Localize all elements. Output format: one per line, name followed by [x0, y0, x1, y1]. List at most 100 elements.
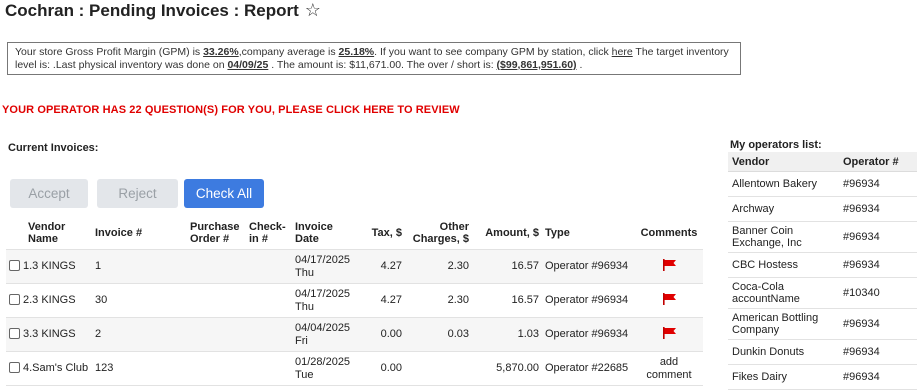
vendor-name: 3.3 KINGS	[23, 328, 76, 340]
red-flag-icon[interactable]	[661, 292, 677, 309]
operator-row: Fikes Dairy #96934	[728, 364, 917, 390]
check-in	[246, 317, 292, 352]
operator-row: CBC Hostess #96934	[728, 252, 917, 278]
purchase-order	[187, 249, 246, 284]
invoices-header-row: Vendor Name Invoice # Purchase Order # C…	[6, 217, 703, 250]
invoice-date: 01/28/2025	[295, 355, 351, 368]
invoice-type: Operator #96934	[542, 317, 635, 352]
gpm-by-station-link[interactable]: here	[612, 46, 633, 58]
invoice-checkbox[interactable]	[9, 294, 20, 305]
invoice-number: 30	[92, 283, 187, 318]
page-title: Cochran : Pending Invoices : Report ☆	[5, 0, 321, 21]
invoice-row: 1.3 KINGS 1 04/17/2025 Thu 4.27 2.30 16.5…	[6, 249, 703, 284]
invoice-number: 1	[92, 249, 187, 284]
amount-value: 16.57	[472, 249, 542, 284]
col-comments[interactable]: Comments	[635, 217, 703, 250]
company-average-gpm: 25.18%	[338, 46, 375, 58]
invoice-type: Operator #96934	[542, 249, 635, 284]
check-in	[246, 283, 292, 318]
vendor-cell: 1.3 KINGS	[6, 249, 92, 284]
purchase-order	[187, 351, 246, 386]
operator-vendor: Banner Coin Exchange, Inc	[728, 221, 839, 253]
comments-cell	[635, 317, 703, 352]
operator-number: #96934	[839, 171, 917, 197]
operator-vendor: Fikes Dairy	[728, 364, 839, 390]
accept-button[interactable]: Accept	[10, 179, 88, 208]
invoice-row: 3.3 KINGS 2 04/04/2025 Fri 0.00 0.03 1.03…	[6, 317, 703, 352]
col-invoice-date[interactable]: Invoice Date	[292, 217, 348, 250]
vendor-name: 2.3 KINGS	[23, 294, 76, 306]
inventory-date-link[interactable]: 04/09/25	[227, 59, 268, 71]
invoice-row: 4.Sam's Club 123 01/28/2025 Tue 0.00 5,87…	[6, 351, 703, 386]
col-operator-vendor: Vendor	[728, 152, 839, 172]
operator-vendor: Allentown Bakery	[728, 171, 839, 197]
reject-button[interactable]: Reject	[97, 179, 178, 208]
col-type[interactable]: Type	[542, 217, 635, 250]
tax-value: 0.00	[348, 317, 405, 352]
vendor-name: 4.Sam's Club	[23, 362, 89, 374]
vendor-cell: 3.3 KINGS	[6, 317, 92, 352]
red-flag-icon[interactable]	[661, 258, 677, 275]
operator-row: Dunkin Donuts #96934	[728, 339, 917, 365]
add-comment-link[interactable]: add comment	[646, 356, 691, 381]
operator-number: #10340	[839, 277, 917, 309]
comments-cell	[635, 283, 703, 318]
invoice-type: Operator #96934	[542, 283, 635, 318]
red-flag-icon[interactable]	[661, 326, 677, 343]
operator-number: #96934	[839, 308, 917, 340]
operator-number: #96934	[839, 196, 917, 222]
col-tax[interactable]: Tax, $	[348, 217, 405, 250]
col-amount[interactable]: Amount, $	[472, 217, 542, 250]
star-outline-icon[interactable]: ☆	[305, 0, 321, 21]
invoice-date: 04/17/2025	[295, 287, 351, 300]
invoice-date: 04/04/2025	[295, 321, 351, 334]
invoices-table: Vendor Name Invoice # Purchase Order # C…	[6, 217, 703, 386]
invoice-day: Thu	[295, 266, 314, 279]
invoice-checkbox[interactable]	[9, 328, 20, 339]
invoice-number: 123	[92, 351, 187, 386]
other-charges-value: 2.30	[405, 249, 472, 284]
gpm-text-2: ,company average is	[238, 46, 339, 58]
gpm-text-3: . If you want to see company GPM by stat…	[374, 46, 612, 58]
invoice-date-cell: 01/28/2025 Tue	[292, 351, 351, 386]
col-other-charges[interactable]: Other Charges, $	[405, 217, 472, 250]
invoice-date-cell: 04/17/2025 Thu	[292, 283, 351, 318]
operator-row: American Bottling Company #96934	[728, 308, 917, 340]
operator-row: Banner Coin Exchange, Inc #96934	[728, 221, 917, 253]
operators-list-title: My operators list:	[730, 139, 822, 151]
amount-value: 5,870.00	[472, 351, 542, 386]
invoice-date: 04/17/2025	[295, 253, 351, 266]
check-all-button[interactable]: Check All	[184, 179, 264, 208]
col-invoice-number[interactable]: Invoice #	[92, 217, 187, 250]
gpm-text-1: Your store Gross Profit Margin (GPM) is	[15, 46, 204, 58]
comments-cell: add comment	[635, 351, 703, 386]
invoice-checkbox[interactable]	[9, 362, 20, 373]
col-purchase-order[interactable]: Purchase Order #	[187, 217, 246, 250]
operator-number: #96934	[839, 364, 917, 390]
other-charges-value: 2.30	[405, 283, 472, 318]
current-invoices-label: Current Invoices:	[8, 142, 99, 154]
vendor-name: 1.3 KINGS	[23, 260, 76, 272]
gpm-text-6: .	[576, 59, 583, 71]
operator-number: #96934	[839, 339, 917, 365]
purchase-order	[187, 317, 246, 352]
operators-table: Vendor Operator # Allentown Bakery #9693…	[728, 152, 917, 390]
col-vendor-name[interactable]: Vendor Name	[6, 217, 92, 250]
operator-questions-alert[interactable]: YOUR OPERATOR HAS 22 QUESTION(S) FOR YOU…	[2, 104, 460, 116]
purchase-order	[187, 283, 246, 318]
operators-header-row: Vendor Operator #	[728, 152, 917, 172]
invoice-date-cell: 04/04/2025 Fri	[292, 317, 351, 352]
store-gpm-value: 33.26%	[203, 46, 239, 58]
operator-vendor: Dunkin Donuts	[728, 339, 839, 365]
operator-vendor: CBC Hostess	[728, 252, 839, 278]
col-check-in[interactable]: Check-in #	[246, 217, 292, 250]
other-charges-value	[405, 351, 472, 386]
operator-vendor: Coca-Cola accountName	[728, 277, 839, 309]
invoice-day: Thu	[295, 300, 314, 313]
comments-cell	[635, 249, 703, 284]
invoice-checkbox[interactable]	[9, 260, 20, 271]
over-short-link[interactable]: ($99,861,951.60)	[497, 59, 577, 71]
tax-value: 4.27	[348, 249, 405, 284]
operator-vendor: Archway	[728, 196, 839, 222]
operator-number: #96934	[839, 221, 917, 253]
